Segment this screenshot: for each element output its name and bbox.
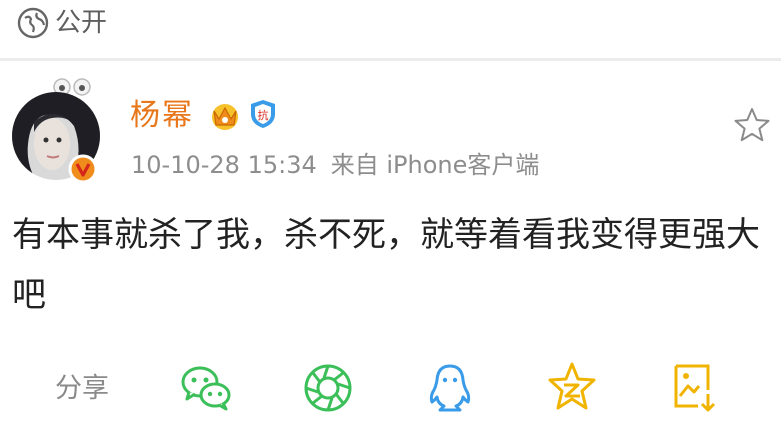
visibility-label: 公开 xyxy=(55,8,108,38)
shield-badge-icon: 抗 xyxy=(251,100,275,128)
qzone-icon[interactable] xyxy=(544,360,600,416)
share-label: 分享 xyxy=(55,373,109,404)
moments-icon[interactable] xyxy=(300,360,356,416)
visibility-bar: 公开 xyxy=(0,0,781,50)
post-meta: 10-10-28 15:34 来自 iPhone客户端 xyxy=(131,150,539,180)
qq-icon[interactable] xyxy=(422,360,478,416)
svg-text:抗: 抗 xyxy=(258,108,269,122)
divider xyxy=(0,58,781,61)
author-name[interactable]: 杨幂 xyxy=(130,98,194,134)
save-image-icon[interactable] xyxy=(666,360,722,416)
globe-icon xyxy=(17,7,49,39)
wechat-icon[interactable] xyxy=(178,360,234,416)
favorite-star-icon[interactable] xyxy=(733,106,771,144)
post-timestamp: 10-10-28 15:34 xyxy=(131,151,317,179)
post-text: 有本事就杀了我，杀不死，就等着看我变得更强大吧 xyxy=(12,215,760,315)
crown-icon xyxy=(212,104,238,130)
post-source: 来自 iPhone客户端 xyxy=(330,151,540,179)
verified-badge-icon xyxy=(68,154,98,184)
